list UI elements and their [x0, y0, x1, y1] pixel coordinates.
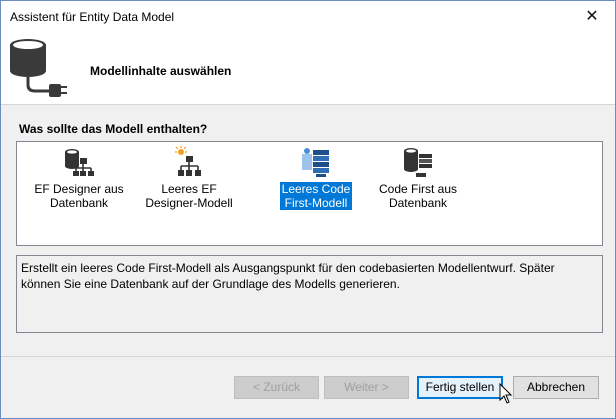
item-label: EF Designer aus Datenbank: [34, 182, 124, 210]
cancel-button[interactable]: Abbrechen: [513, 376, 599, 399]
code-first-empty-icon: [302, 148, 329, 177]
model-contents-label: Was sollte das Modell enthalten?: [19, 122, 208, 136]
description-text: Erstellt ein leeres Code First-Modell al…: [21, 261, 555, 291]
database-code-first-icon: [404, 148, 432, 177]
database-plug-icon: [10, 39, 67, 97]
item-label: Leeres Code First-Modell: [279, 182, 353, 210]
wizard-window: Assistent für Entity Data Model ✕ Modell…: [0, 0, 616, 419]
close-button[interactable]: ✕: [569, 1, 615, 32]
next-button[interactable]: Weiter >: [324, 376, 409, 399]
finish-button[interactable]: Fertig stellen: [417, 376, 503, 399]
footer-divider: [1, 356, 615, 357]
page-title: Modellinhalte auswählen: [90, 64, 232, 78]
database-diagram-icon: [65, 149, 94, 176]
description-box: Erstellt ein leeres Code First-Modell al…: [16, 255, 603, 333]
list-item-code-first-from-db[interactable]: Code First aus Datenbank: [356, 146, 480, 210]
window-title: Assistent für Entity Data Model: [10, 10, 175, 24]
mouse-cursor-icon: [499, 383, 513, 404]
wizard-header: Modellinhalte auswählen: [1, 32, 615, 105]
list-item-empty-ef-designer[interactable]: Leeres EF Designer-Modell: [127, 146, 251, 210]
item-label: Code First aus Datenbank: [378, 182, 458, 210]
list-item-ef-designer-from-db[interactable]: EF Designer aus Datenbank: [17, 146, 141, 210]
empty-diagram-icon: [175, 146, 201, 176]
back-button[interactable]: < Zurück: [234, 376, 319, 399]
title-bar: Assistent für Entity Data Model ✕: [1, 1, 615, 32]
item-label: Leeres EF Designer-Modell: [145, 182, 233, 210]
model-type-list[interactable]: EF Designer aus Datenbank Leeres EF Design…: [16, 141, 603, 246]
